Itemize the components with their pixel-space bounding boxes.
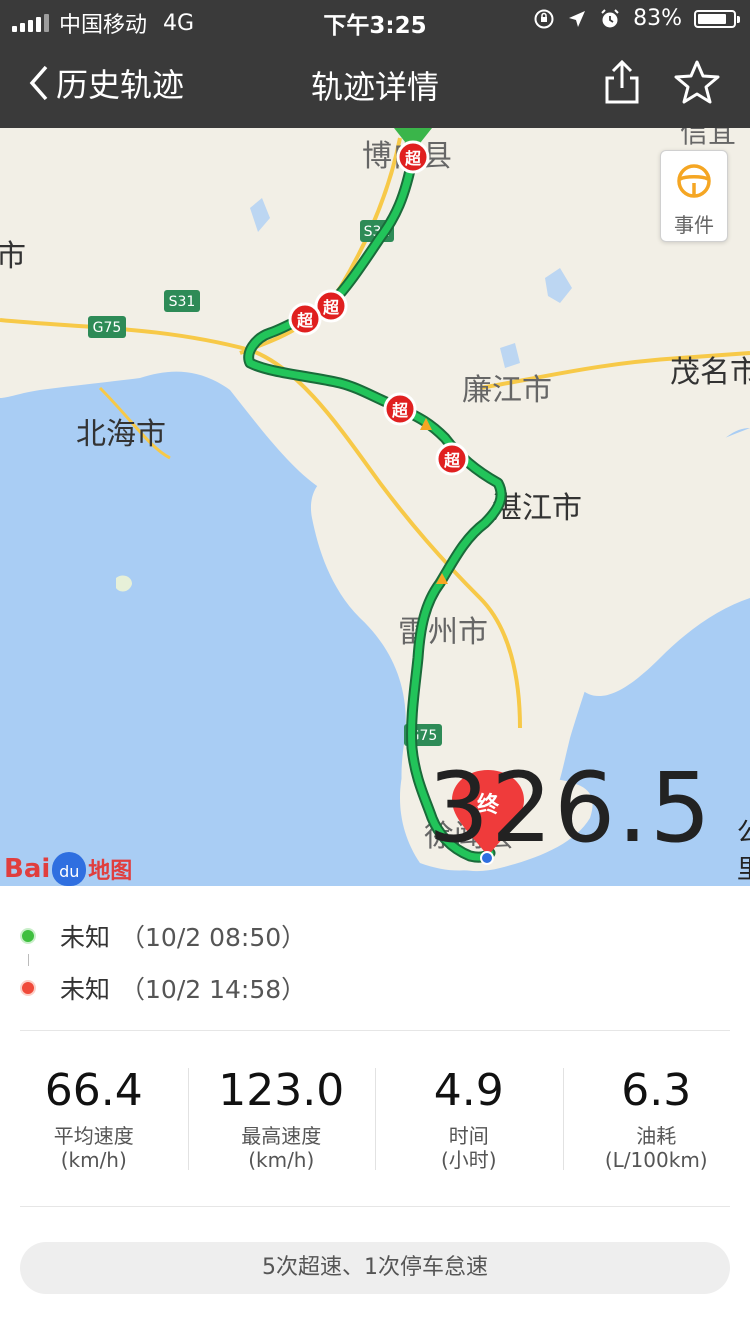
stat-unit: (km/h): [60, 1148, 127, 1172]
event-button[interactable]: 事件: [660, 150, 728, 242]
road-shield-g75-west: G75: [88, 316, 126, 338]
battery-icon: [694, 9, 740, 28]
land-weizhou-island: [116, 575, 132, 592]
route-connector: [28, 954, 29, 966]
status-bar: 中国移动 4G 下午3:25 83%: [0, 0, 750, 40]
chevron-left-icon: [29, 65, 48, 101]
stat-value: 66.4: [44, 1065, 143, 1116]
start-dot-icon: [20, 928, 36, 944]
start-place: 未知: [60, 923, 111, 952]
overspeed-label: 超: [391, 401, 409, 420]
place-label-lianjiang: 廉江市: [462, 373, 552, 408]
start-time: （10/2 08:50）: [120, 923, 307, 952]
share-button[interactable]: [602, 58, 642, 110]
route-end: 未知 （10/2 14:58）: [20, 970, 306, 1006]
road-shield-label: G75: [93, 320, 122, 336]
stat-avg-speed: 66.4 平均速度 (km/h): [0, 1065, 188, 1173]
place-label-leizhou: 雷州市: [398, 615, 488, 650]
back-label: 历史轨迹: [56, 66, 185, 104]
place-label-maoming: 茂名市: [670, 355, 750, 390]
overspeed-marker: 超: [383, 392, 417, 426]
location-arrow-icon: [569, 10, 586, 27]
stat-label: 油耗: [636, 1124, 677, 1148]
map-view[interactable]: S31 S31 G75 G75 博白县 信宜 市 北海市 廉江市 茂名市 湛江市…: [0, 128, 750, 886]
road-shield-s31-west: S31: [164, 290, 200, 312]
end-place: 未知: [60, 975, 111, 1004]
overspeed-marker: 超: [288, 302, 322, 336]
overspeed-label: 超: [443, 451, 461, 470]
divider: [20, 1206, 730, 1207]
place-label-beihai: 北海市: [76, 417, 166, 452]
overspeed-marker: 超: [435, 442, 469, 476]
distance-value: 326.5: [428, 752, 713, 864]
battery-percent: 83%: [633, 6, 682, 31]
overspeed-label: 超: [404, 149, 422, 168]
favorite-button[interactable]: [672, 58, 722, 110]
overspeed-label: 超: [322, 298, 340, 317]
baidu-map-logo: Bai du 地图: [4, 852, 133, 886]
stat-unit: (L/100km): [604, 1148, 708, 1172]
route-start: 未知 （10/2 08:50）: [20, 918, 306, 954]
stat-label: 时间: [448, 1124, 489, 1148]
orientation-lock-icon: [534, 9, 554, 28]
stat-value: 6.3: [621, 1065, 692, 1116]
stat-fuel: 6.3 油耗 (L/100km): [562, 1065, 750, 1172]
end-time: （10/2 14:58）: [120, 975, 307, 1004]
stat-unit: (小时): [440, 1148, 497, 1172]
back-button[interactable]: 历史轨迹: [26, 60, 184, 106]
star-icon: [674, 60, 720, 104]
stat-label: 最高速度: [241, 1124, 322, 1148]
steering-wheel-icon: [677, 164, 711, 198]
place-label-xinyi: 信宜: [680, 128, 736, 149]
overspeed-marker: 超: [396, 140, 430, 174]
trip-stats: 66.4 平均速度 (km/h) 123.0 最高速度 (km/h) 4.9 时…: [0, 1065, 750, 1173]
event-summary-button[interactable]: 5次超速、1次停车怠速: [20, 1242, 730, 1294]
stat-duration: 4.9 时间 (小时): [375, 1068, 563, 1172]
event-button-label: 事件: [674, 213, 714, 237]
nav-bar: 历史轨迹 轨迹详情: [0, 40, 750, 128]
alarm-icon: [601, 8, 619, 27]
stat-value: 123.0: [218, 1065, 345, 1116]
total-distance: 326.5 公里: [428, 760, 750, 886]
distance-unit: 公里: [736, 818, 750, 885]
overspeed-label: 超: [296, 311, 314, 330]
stat-label: 平均速度: [53, 1124, 134, 1148]
stat-max-speed: 123.0 最高速度 (km/h): [187, 1065, 376, 1172]
road-shield-label: S31: [169, 294, 196, 310]
stat-value: 4.9: [433, 1065, 504, 1116]
stat-unit: (km/h): [248, 1148, 315, 1172]
divider: [20, 1030, 730, 1031]
place-label-left-edge: 市: [0, 239, 26, 274]
end-dot-icon: [20, 980, 36, 996]
share-icon: [605, 59, 639, 104]
